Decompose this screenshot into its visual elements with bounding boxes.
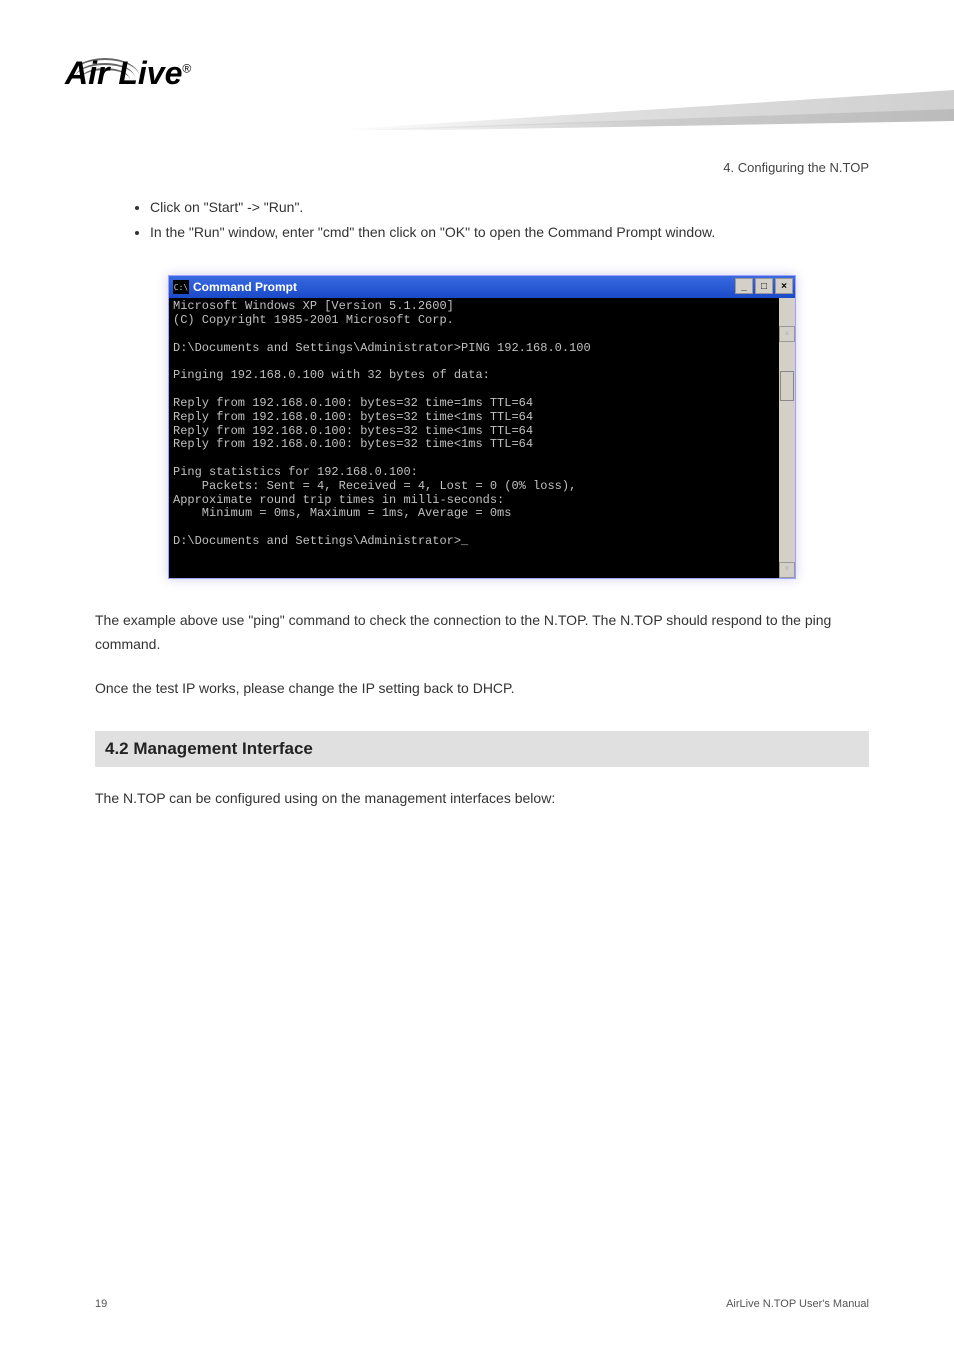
cmd-titlebar[interactable]: C:\ Command Prompt _ □ × [169,276,795,298]
cmd-icon-text: C:\ [174,283,188,292]
scroll-thumb[interactable] [780,371,794,401]
logo-registered: ® [182,61,191,75]
maximize-button[interactable]: □ [755,278,773,294]
section-heading: 4.2 Management Interface [95,731,869,767]
cmd-title: Command Prompt [193,280,297,294]
cmd-line-9: Reply from 192.168.0.100: bytes=32 time<… [173,424,533,438]
scroll-down-button[interactable]: ▼ [779,562,795,578]
para-2: Once the test IP works, please change th… [95,677,869,701]
bullet-2: In the "Run" window, enter "cmd" then cl… [150,220,869,245]
cmd-line-1: (C) Copyright 1985-2001 Microsoft Corp. [173,313,454,327]
section-body: The N.TOP can be configured using on the… [95,787,869,811]
para-1: The example above use "ping" command to … [95,609,869,657]
logo: Air Live® [65,55,191,92]
header: Air Live® [0,0,954,120]
content-area: Click on "Start" -> "Run". In the "Run" … [0,175,954,811]
minimize-button[interactable]: _ [735,278,753,294]
cmd-line-7: Reply from 192.168.0.100: bytes=32 time=… [173,396,533,410]
page-number: 19 [95,1298,107,1310]
logo-text: Air Live [65,55,182,91]
cmd-line-0: Microsoft Windows XP [Version 5.1.2600] [173,299,454,313]
cmd-line-14: Approximate round trip times in milli-se… [173,493,504,507]
cmd-line-13: Packets: Sent = 4, Received = 4, Lost = … [173,479,576,493]
cmd-line-12: Ping statistics for 192.168.0.100: [173,465,418,479]
cmd-scrollbar[interactable]: ▲ ▼ [779,298,795,578]
cmd-line-15: Minimum = 0ms, Maximum = 1ms, Average = … [173,506,511,520]
product-name: AirLive N.TOP User's Manual [726,1298,869,1310]
scroll-up-button[interactable]: ▲ [779,326,795,342]
cmd-line-3: D:\Documents and Settings\Administrator>… [173,341,591,355]
bullet-1: Click on "Start" -> "Run". [150,195,869,220]
cmd-body[interactable]: Microsoft Windows XP [Version 5.1.2600] … [169,298,795,578]
bullet-list: Click on "Start" -> "Run". In the "Run" … [95,195,869,245]
cmd-icon: C:\ [173,280,189,294]
footer: 19 AirLive N.TOP User's Manual [0,1298,954,1310]
cmd-line-8: Reply from 192.168.0.100: bytes=32 time<… [173,410,533,424]
cmd-window-buttons: _ □ × [735,278,793,294]
cmd-line-10: Reply from 192.168.0.100: bytes=32 time<… [173,437,533,451]
cmd-line-5: Pinging 192.168.0.100 with 32 bytes of d… [173,368,490,382]
close-button[interactable]: × [775,278,793,294]
cmd-line-17: D:\Documents and Settings\Administrator>… [173,534,468,548]
chapter-label: 4. Configuring the N.TOP [0,160,954,175]
command-prompt-window: C:\ Command Prompt _ □ × Microsoft Windo… [168,275,796,579]
